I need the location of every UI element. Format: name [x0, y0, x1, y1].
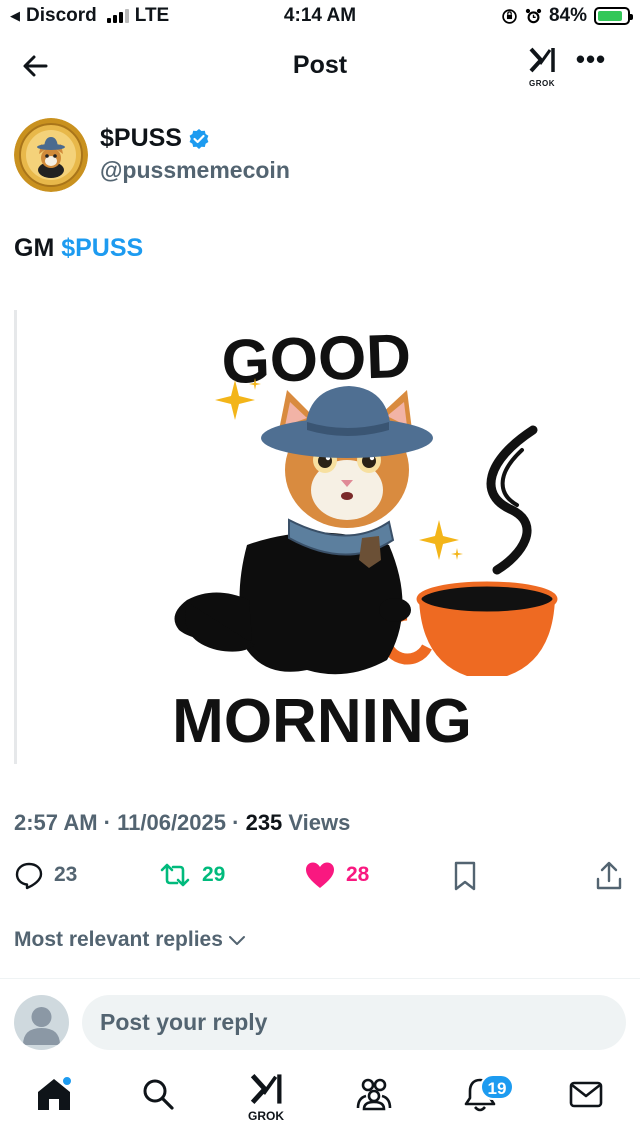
- image-text-morning: MORNING: [172, 687, 472, 756]
- tweet-text-prefix: GM: [14, 234, 62, 262]
- views-count[interactable]: 235: [246, 810, 283, 835]
- author-display-name: $PUSS: [100, 124, 182, 152]
- status-bar: ◀ Discord LTE 4:14 AM 84%: [0, 0, 640, 34]
- repost-count: 29: [202, 863, 226, 886]
- grok-icon: [529, 47, 555, 73]
- tweet-meta: 2:57 AM · 11/06/2025 · 235 Views: [14, 810, 350, 836]
- good-morning-illustration: GOOD MORNING: [172, 322, 558, 756]
- tab-home[interactable]: [32, 1076, 76, 1124]
- views-label: Views: [282, 810, 351, 835]
- tweet-date: 11/06/2025: [117, 810, 227, 835]
- post-header: Post GROK •••: [0, 36, 640, 96]
- meta-separator: ·: [97, 810, 118, 835]
- reply-input[interactable]: [82, 995, 626, 1050]
- grok-button[interactable]: GROK: [524, 46, 560, 90]
- search-icon: [143, 1079, 174, 1110]
- repost-button[interactable]: 29: [158, 860, 225, 890]
- tab-search[interactable]: [136, 1076, 180, 1124]
- communities-icon: [356, 1078, 392, 1111]
- like-count: 28: [346, 863, 370, 886]
- cashtag-link[interactable]: $PUSS: [61, 234, 143, 262]
- divider: [0, 978, 640, 979]
- author-name[interactable]: $PUSS: [100, 124, 210, 153]
- alarm-icon: [525, 8, 542, 23]
- verified-badge-icon: [189, 128, 209, 149]
- share-icon: [596, 861, 622, 890]
- replies-sort-dropdown[interactable]: Most relevant replies: [14, 928, 247, 952]
- bottom-tab-bar: GROK 19: [0, 1062, 640, 1138]
- battery-icon: [594, 7, 633, 25]
- reply-icon: [15, 862, 43, 890]
- battery-fill: [598, 11, 622, 21]
- tweet-text: GM $PUSS: [14, 234, 143, 263]
- author-handle[interactable]: @pussmemecoin: [100, 157, 290, 184]
- more-icon: •••: [575, 44, 607, 74]
- tweet-time: 2:57 AM: [14, 810, 98, 835]
- chevron-down-icon: [228, 936, 245, 945]
- grok-icon: [250, 1074, 282, 1104]
- reply-button[interactable]: 23: [14, 860, 77, 890]
- tweet-image[interactable]: GOOD MORNING: [14, 310, 626, 764]
- share-button[interactable]: [594, 860, 624, 892]
- status-bar-right: 84%: [501, 5, 633, 27]
- tab-messages[interactable]: [564, 1076, 608, 1124]
- replies-sort-label: Most relevant replies: [14, 928, 223, 951]
- orientation-lock-icon: [502, 8, 517, 24]
- heart-filled-icon: [306, 862, 334, 888]
- battery-percent: 84%: [548, 5, 587, 26]
- repost-icon: [160, 863, 190, 887]
- user-avatar[interactable]: [14, 995, 69, 1050]
- reply-count: 23: [54, 863, 78, 886]
- grok-label: GROK: [529, 79, 555, 88]
- author-avatar[interactable]: [14, 118, 88, 192]
- image-text-good: GOOD: [220, 322, 412, 398]
- like-button[interactable]: 28: [304, 860, 369, 890]
- tab-notifications[interactable]: 19: [458, 1074, 514, 1124]
- mail-icon: [569, 1081, 603, 1108]
- tweet-actions: 23 29 28: [0, 856, 640, 896]
- home-notification-dot: [62, 1076, 72, 1086]
- notifications-badge: 19: [480, 1074, 514, 1100]
- tab-communities[interactable]: [352, 1076, 396, 1124]
- bookmark-icon: [454, 861, 476, 891]
- more-options-button[interactable]: •••: [574, 46, 608, 80]
- bookmark-button[interactable]: [452, 860, 478, 892]
- tab-grok[interactable]: GROK: [244, 1072, 288, 1123]
- tab-grok-label: GROK: [248, 1109, 284, 1123]
- meta-separator: ·: [226, 810, 246, 835]
